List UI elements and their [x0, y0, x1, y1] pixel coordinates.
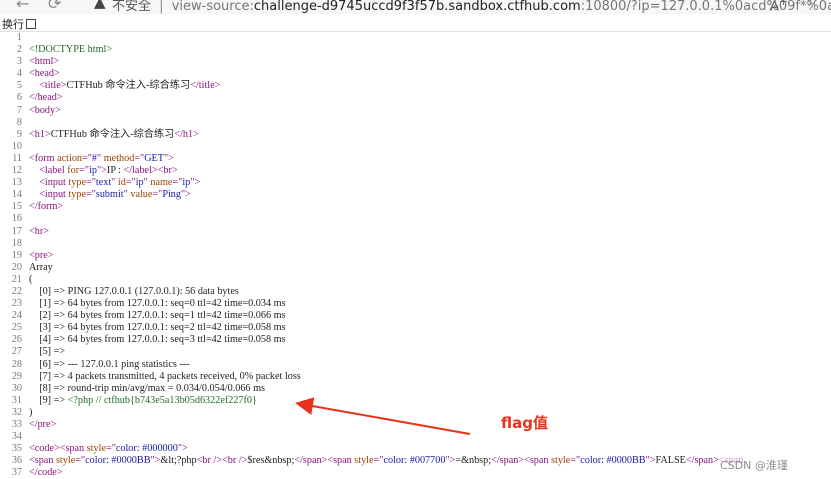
arrow-shaft	[295, 397, 471, 435]
watermark: CSDN @淮瑾	[720, 457, 788, 473]
annotation-arrow	[295, 397, 471, 435]
flag-annotation-label: flag值	[501, 414, 548, 432]
